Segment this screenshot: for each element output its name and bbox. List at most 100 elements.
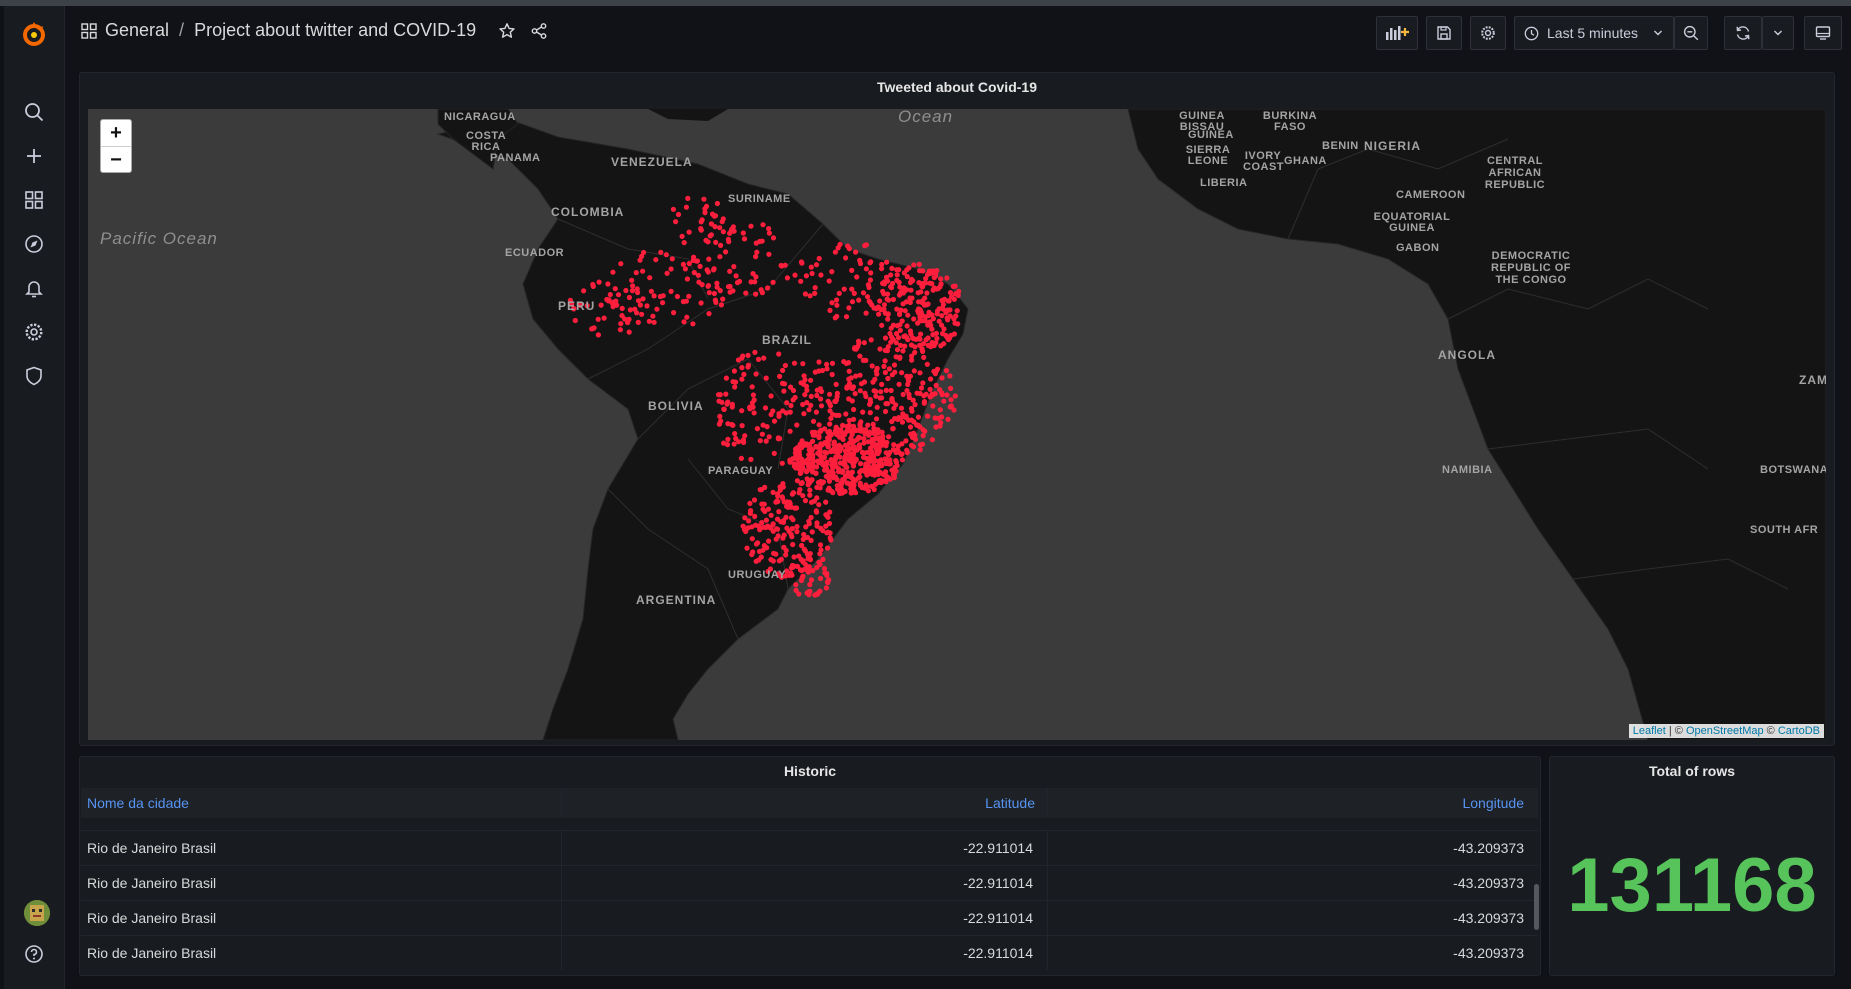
tweet-marker[interactable] [921, 354, 927, 360]
tweet-marker[interactable] [595, 316, 601, 322]
tweet-marker[interactable] [752, 349, 758, 355]
tweet-marker[interactable] [781, 388, 787, 394]
tweet-marker[interactable] [877, 346, 883, 352]
tweet-marker[interactable] [786, 528, 792, 534]
tweet-marker[interactable] [770, 235, 777, 241]
tweet-marker[interactable] [874, 371, 880, 377]
tweet-marker[interactable] [951, 316, 957, 322]
tweet-marker[interactable] [640, 268, 646, 274]
tweet-marker[interactable] [826, 469, 832, 475]
tweet-marker[interactable] [813, 508, 819, 514]
tweet-marker[interactable] [883, 387, 889, 393]
zoom-out-time-button[interactable] [1674, 16, 1708, 50]
tweet-marker[interactable] [740, 230, 746, 236]
tweet-marker[interactable] [629, 288, 636, 294]
tweet-marker[interactable] [944, 275, 950, 281]
tweet-marker[interactable] [881, 363, 887, 369]
tweet-marker[interactable] [797, 470, 803, 476]
tweet-marker[interactable] [723, 391, 729, 397]
tweet-marker[interactable] [802, 561, 808, 567]
tweet-marker[interactable] [802, 498, 809, 504]
tweet-marker[interactable] [870, 379, 876, 385]
tweet-marker[interactable] [885, 375, 891, 382]
tweet-marker[interactable] [776, 413, 782, 419]
tweet-marker[interactable] [675, 211, 682, 218]
tweet-marker[interactable] [830, 447, 836, 453]
tweet-marker[interactable] [719, 219, 725, 225]
tweet-marker[interactable] [774, 526, 781, 532]
tweet-marker[interactable] [870, 421, 876, 427]
tweet-marker[interactable] [867, 397, 873, 403]
tweet-marker[interactable] [911, 434, 917, 440]
tweet-marker[interactable] [876, 435, 882, 441]
tweet-marker[interactable] [842, 455, 848, 461]
tweet-marker[interactable] [827, 307, 833, 313]
tweet-marker[interactable] [810, 438, 816, 444]
tweet-marker[interactable] [717, 254, 723, 260]
tweet-marker[interactable] [753, 254, 759, 260]
tweet-marker[interactable] [776, 509, 782, 515]
tweet-marker[interactable] [748, 279, 754, 285]
tweet-marker[interactable] [915, 414, 922, 420]
tweet-marker[interactable] [868, 270, 874, 276]
leaflet-link[interactable]: Leaflet [1633, 725, 1666, 737]
tweet-marker[interactable] [876, 311, 882, 317]
tweet-marker[interactable] [850, 385, 856, 392]
tweet-marker[interactable] [595, 332, 601, 338]
tweet-marker[interactable] [713, 239, 719, 245]
star-icon[interactable] [498, 22, 516, 40]
tweet-marker[interactable] [873, 416, 880, 422]
tweet-marker[interactable] [766, 434, 772, 440]
add-panel-button[interactable] [1376, 16, 1418, 50]
tweet-marker[interactable] [874, 404, 880, 410]
tweet-marker[interactable] [881, 302, 888, 308]
tweet-marker[interactable] [766, 226, 772, 232]
tweet-marker[interactable] [822, 570, 828, 576]
tweet-marker[interactable] [698, 226, 704, 232]
tweet-marker[interactable] [909, 295, 915, 301]
tweet-marker[interactable] [808, 577, 815, 583]
tweet-marker[interactable] [834, 483, 840, 489]
tweet-marker[interactable] [605, 281, 611, 287]
tweet-marker[interactable] [916, 299, 922, 305]
tweet-marker[interactable] [865, 488, 872, 494]
tweet-marker[interactable] [876, 448, 882, 454]
tweet-marker[interactable] [850, 445, 856, 451]
refresh-button[interactable] [1724, 16, 1762, 50]
tweet-marker[interactable] [725, 436, 731, 442]
tweet-marker[interactable] [930, 403, 936, 409]
tweet-marker[interactable] [826, 520, 833, 527]
tweet-marker[interactable] [807, 581, 813, 588]
tweet-marker[interactable] [685, 195, 691, 201]
tweet-marker[interactable] [896, 381, 902, 387]
tweet-marker[interactable] [836, 290, 842, 296]
tweet-marker[interactable] [778, 556, 784, 562]
tweet-marker[interactable] [902, 288, 908, 294]
tweet-marker[interactable] [939, 414, 945, 420]
tweet-marker[interactable] [882, 471, 888, 477]
tweet-marker[interactable] [885, 401, 891, 407]
tweet-marker[interactable] [816, 502, 822, 508]
tweet-marker[interactable] [908, 405, 915, 412]
tweet-marker[interactable] [701, 196, 707, 202]
tweet-marker[interactable] [866, 432, 872, 438]
tweet-marker[interactable] [816, 368, 822, 374]
tweet-marker[interactable] [657, 293, 664, 300]
tweet-marker[interactable] [716, 421, 723, 427]
tweet-marker[interactable] [861, 436, 867, 442]
tweet-marker[interactable] [757, 438, 763, 444]
tweet-marker[interactable] [727, 230, 733, 236]
tweet-marker[interactable] [894, 347, 901, 353]
tweet-marker[interactable] [846, 381, 853, 387]
tweet-marker[interactable] [889, 265, 895, 271]
tweet-marker[interactable] [779, 494, 785, 500]
table-row[interactable]: Rio de Janeiro Brasil -22.911014 -43.209… [81, 935, 1538, 970]
tweet-marker[interactable] [782, 362, 789, 369]
tweet-marker[interactable] [934, 308, 941, 314]
tweet-marker[interactable] [766, 230, 773, 236]
tweet-marker[interactable] [626, 294, 633, 301]
tweet-marker[interactable] [713, 299, 719, 305]
tweet-marker[interactable] [851, 406, 857, 413]
tweet-marker[interactable] [614, 302, 620, 308]
tweet-marker[interactable] [776, 351, 782, 357]
